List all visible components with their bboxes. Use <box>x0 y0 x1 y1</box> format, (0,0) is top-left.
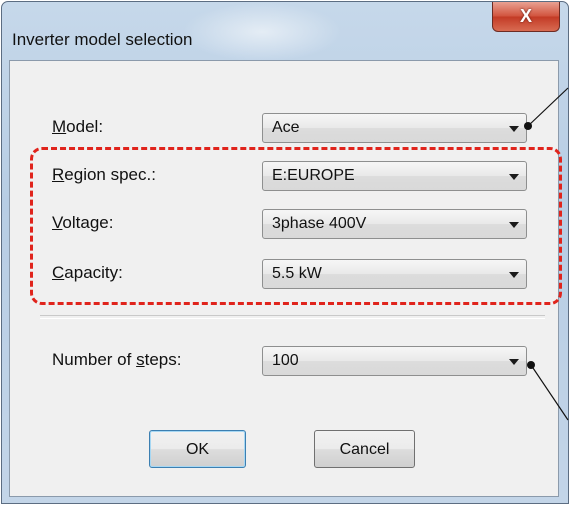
highlight-box <box>30 147 562 305</box>
window-title: Inverter model selection <box>12 30 193 49</box>
chevron-down-icon <box>509 359 519 365</box>
model-dropdown[interactable]: Ace <box>262 113 527 143</box>
title-bar[interactable]: Inverter model selection <box>2 2 568 62</box>
ok-button[interactable]: OK <box>149 430 246 468</box>
dialog-client-area: Model: Ace Region spec.: E:EUROPE Voltag… <box>9 60 562 497</box>
steps-label: Number of steps: <box>52 350 182 369</box>
model-value: Ace <box>272 119 300 136</box>
close-icon: X <box>519 6 532 26</box>
steps-dropdown[interactable]: 100 <box>262 346 527 376</box>
separator <box>40 315 545 319</box>
model-label: Model: <box>52 117 104 136</box>
close-button[interactable]: X <box>492 2 560 32</box>
steps-value: 100 <box>272 352 299 369</box>
cancel-button[interactable]: Cancel <box>314 430 415 468</box>
chevron-down-icon <box>509 126 519 132</box>
